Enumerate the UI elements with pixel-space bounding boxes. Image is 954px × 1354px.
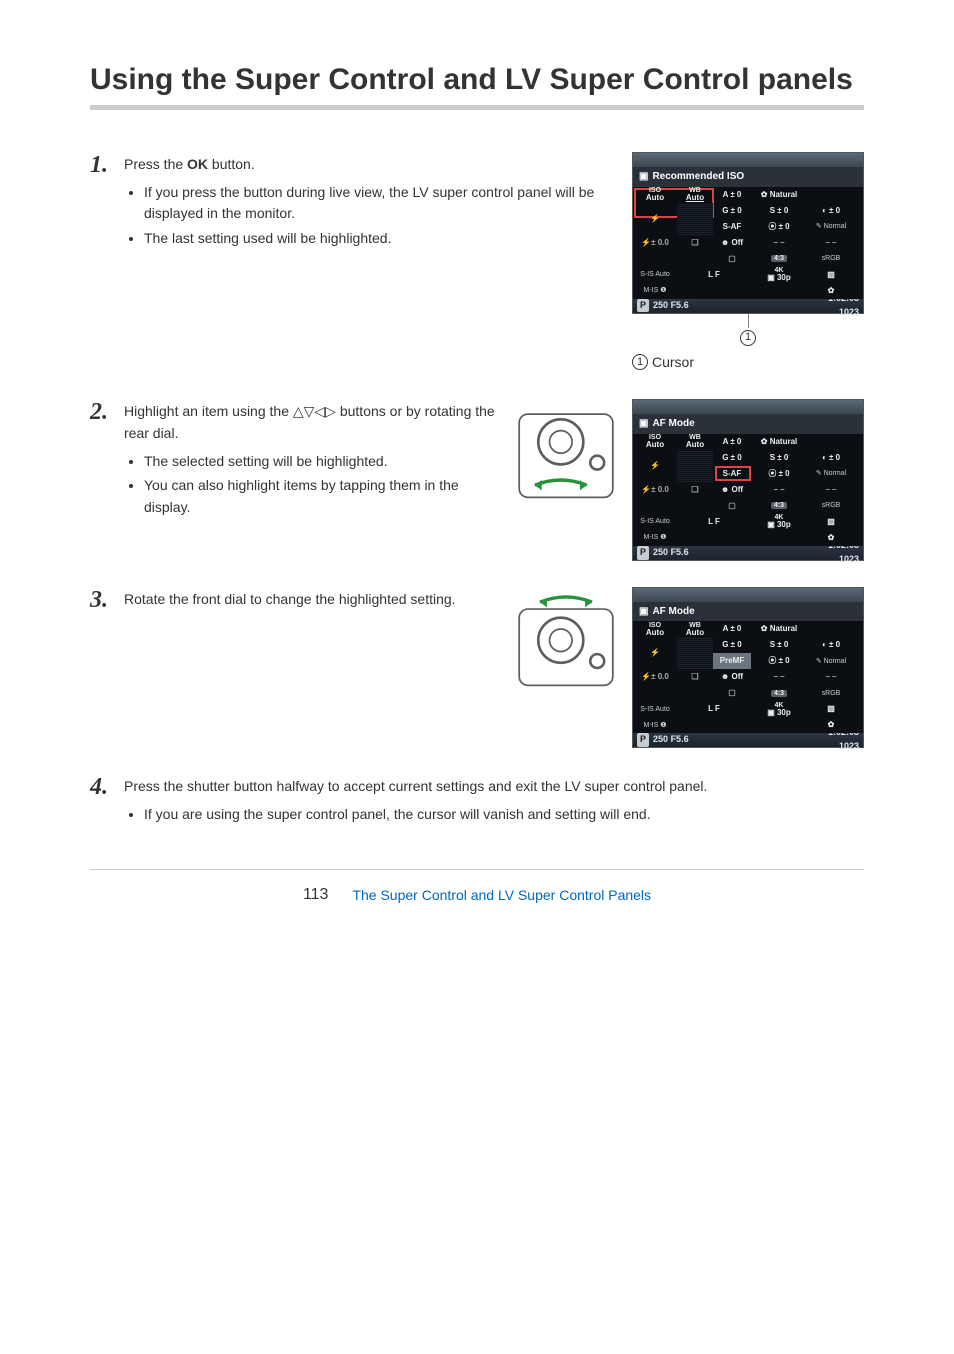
lv-panel-figure-2: ▣ AF Mode ISOAuto WBAuto A ± 0 ✿ Natural… <box>632 399 864 561</box>
camera-icon: ▣ <box>639 416 648 432</box>
callout-number-icon: 1 <box>632 354 648 370</box>
section-breadcrumb[interactable]: The Super Control and LV Super Control P… <box>352 887 651 903</box>
step-number: 1. <box>90 152 124 178</box>
panel-header-label: Recommended ISO <box>652 169 744 185</box>
panel-header-label: AF Mode <box>652 604 694 620</box>
panel-header-label: AF Mode <box>652 416 694 432</box>
step-1: 1. Press the OK button. If you press the… <box>90 152 864 373</box>
rear-dial-illustration <box>514 399 618 509</box>
step-4-text: Press the shutter button halfway to acce… <box>124 776 864 798</box>
front-dial-illustration <box>514 587 618 697</box>
step-4: 4. Press the shutter button halfway to a… <box>90 774 864 828</box>
cursor-callout: 1 <box>740 330 756 346</box>
callout-label: Cursor <box>652 352 694 374</box>
step-1-bullet-1: If you press the button during live view… <box>144 182 618 225</box>
step-1-bullet-2: The last setting used will be highlighte… <box>144 228 618 250</box>
step-2-bullet-2: You can also highlight items by tapping … <box>144 475 500 518</box>
step-2: 2. Highlight an item using the △▽◁▷ butt… <box>90 399 864 561</box>
step-1-text: Press the OK button. <box>124 154 618 176</box>
camera-icon: ▣ <box>639 604 648 620</box>
step-3-text: Rotate the front dial to change the high… <box>124 589 500 611</box>
page-title: Using the Super Control and LV Super Con… <box>90 60 864 110</box>
camera-icon: ▣ <box>639 169 648 185</box>
step-2-bullet-1: The selected setting will be highlighted… <box>144 451 500 473</box>
step-4-bullet-1: If you are using the super control panel… <box>144 804 864 826</box>
step-2-text: Highlight an item using the △▽◁▷ buttons… <box>124 401 500 444</box>
page-number: 113 <box>303 886 329 904</box>
step-number: 2. <box>90 399 124 425</box>
step-number: 3. <box>90 587 124 613</box>
lv-panel-figure-3: ▣ AF Mode ISOAuto WBAuto A ± 0 ✿ Natural… <box>632 587 864 749</box>
step-number: 4. <box>90 774 124 800</box>
step-3: 3. Rotate the front dial to change the h… <box>90 587 864 749</box>
lv-panel-figure-1: ▣ Recommended ISO ISOAuto WBAuto A ± 0 ✿… <box>632 152 864 314</box>
